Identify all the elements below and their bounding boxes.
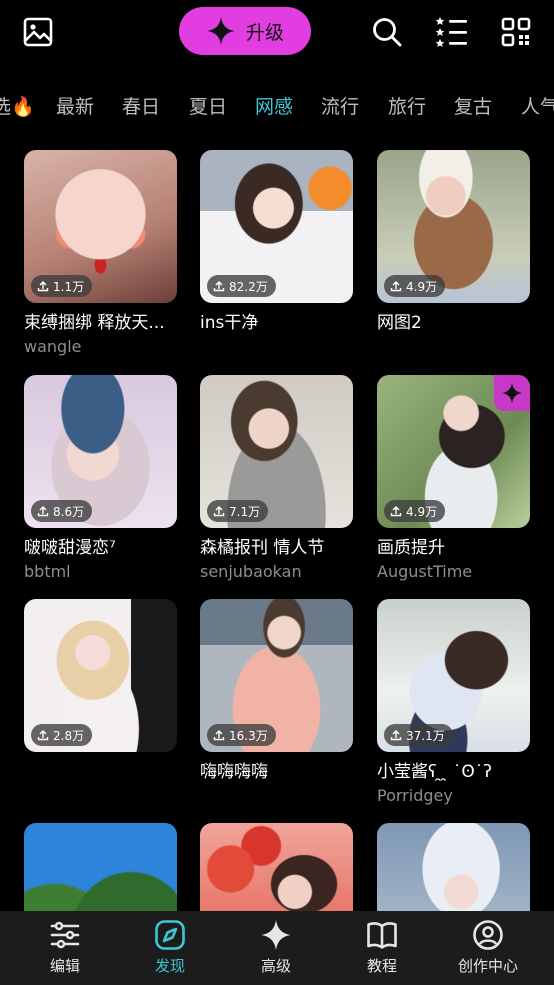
tab-internet-feel[interactable]: 网感 — [255, 92, 293, 119]
upload-icon — [390, 506, 402, 517]
upgrade-label: 升级 — [245, 21, 284, 44]
use-count-badge: 1.1万 — [31, 275, 93, 297]
use-count: 16.3万 — [229, 728, 268, 743]
nav-discover[interactable]: 发现 — [125, 919, 215, 976]
tab-popular[interactable]: 人气 — [521, 92, 554, 119]
nav-edit[interactable]: 编辑 — [20, 919, 110, 976]
upload-icon — [213, 730, 225, 741]
use-count: 37.1万 — [406, 728, 445, 743]
use-count: 2.8万 — [53, 728, 85, 743]
template-thumbnail[interactable]: 1.1万 — [24, 150, 177, 303]
nav-label: 教程 — [366, 957, 397, 975]
template-thumbnail[interactable]: 37.1万 — [377, 599, 530, 752]
template-title: ins干净 — [200, 313, 259, 333]
nav-label: 创作中心 — [457, 957, 518, 975]
use-count-badge: 2.8万 — [31, 724, 93, 746]
book-icon — [367, 922, 397, 949]
tab-trending[interactable]: 流行 — [321, 92, 359, 119]
upgrade-button[interactable]: 升级 — [179, 7, 311, 55]
template-title — [24, 759, 177, 785]
template-card[interactable]: 2.8万 — [24, 599, 177, 807]
sparkle-icon — [261, 920, 291, 950]
template-author[interactable]: bbtml — [24, 561, 177, 583]
nav-creator-center[interactable]: 创作中心 — [443, 919, 533, 976]
nav-advanced[interactable]: 高级 — [231, 919, 321, 976]
use-count: 8.6万 — [53, 504, 85, 519]
upload-icon — [390, 730, 402, 741]
upload-icon — [213, 281, 225, 292]
pro-badge — [494, 375, 530, 411]
qr-code-icon[interactable] — [497, 13, 535, 51]
use-count: 82.2万 — [229, 279, 268, 294]
sparkle-icon — [206, 17, 235, 45]
top-bar: 升级 — [0, 0, 554, 66]
template-card[interactable]: 1.1万 束缚捆绑 释放天... wangle — [24, 150, 177, 358]
template-title: 嗨嗨嗨嗨 — [200, 762, 268, 782]
template-title: 画质提升 — [377, 538, 445, 558]
upload-icon — [213, 506, 225, 517]
nav-label: 高级 — [260, 957, 291, 975]
template-author[interactable] — [377, 336, 530, 358]
template-thumbnail[interactable]: 4.9万 — [377, 375, 530, 528]
use-count: 4.9万 — [406, 279, 438, 294]
template-title: 啵啵甜漫恋⁷ — [24, 538, 116, 558]
bottom-nav: 编辑 发现 高级 教程 创作中心 — [0, 911, 554, 985]
template-title: 森橘报刊 情人节 — [200, 538, 325, 558]
upload-icon — [37, 506, 49, 517]
template-card[interactable]: 16.3万 嗨嗨嗨嗨 — [200, 599, 353, 807]
template-card[interactable]: 4.9万 网图2 — [377, 150, 530, 358]
template-card[interactable]: 37.1万 小莹酱ʕ ̯ ̯ ˙ʘ˙ʔ Porridgey — [377, 599, 530, 807]
template-author[interactable] — [200, 785, 353, 807]
compass-icon — [155, 920, 185, 950]
template-thumbnail[interactable]: 16.3万 — [200, 599, 353, 752]
use-count-badge: 4.9万 — [384, 275, 446, 297]
sliders-icon — [50, 921, 80, 949]
nav-tutorial[interactable]: 教程 — [337, 919, 427, 976]
use-count: 4.9万 — [406, 504, 438, 519]
nav-label: 编辑 — [49, 957, 80, 975]
template-thumbnail[interactable]: 8.6万 — [24, 375, 177, 528]
user-circle-icon — [473, 920, 503, 950]
category-tabs: 选🔥 最新 春日 夏日 网感 流行 旅行 复古 人气 — [0, 84, 554, 126]
template-author[interactable]: senjubaokan — [200, 561, 353, 583]
use-count-badge: 82.2万 — [207, 275, 276, 297]
template-author[interactable]: AugustTime — [377, 561, 530, 583]
use-count: 7.1万 — [229, 504, 261, 519]
template-thumbnail[interactable]: 2.8万 — [24, 599, 177, 752]
template-author[interactable]: Porridgey — [377, 785, 530, 807]
tab-summer[interactable]: 夏日 — [189, 92, 227, 119]
template-card[interactable]: 7.1万 森橘报刊 情人节 senjubaokan — [200, 375, 353, 583]
tab-travel[interactable]: 旅行 — [388, 92, 426, 119]
upload-icon — [37, 281, 49, 292]
use-count-badge: 37.1万 — [384, 724, 453, 746]
template-thumbnail[interactable]: 7.1万 — [200, 375, 353, 528]
use-count-badge: 4.9万 — [384, 500, 446, 522]
use-count-badge: 16.3万 — [207, 724, 276, 746]
template-title: 网图2 — [377, 313, 422, 333]
template-card[interactable]: 82.2万 ins干净 — [200, 150, 353, 358]
upload-icon — [37, 730, 49, 741]
sparkle-icon — [501, 382, 523, 404]
template-thumbnail[interactable]: 4.9万 — [377, 150, 530, 303]
template-author[interactable] — [200, 336, 353, 358]
use-count: 1.1万 — [53, 279, 85, 294]
template-card[interactable]: 4.9万 画质提升 AugustTime — [377, 375, 530, 583]
template-author[interactable]: wangle — [24, 336, 177, 358]
tab-latest[interactable]: 最新 — [56, 92, 94, 119]
tab-hot[interactable]: 选🔥 — [0, 92, 35, 119]
template-author[interactable] — [24, 785, 177, 807]
tab-retro[interactable]: 复古 — [454, 92, 492, 119]
upload-icon — [390, 281, 402, 292]
use-count-badge: 8.6万 — [31, 500, 93, 522]
tab-spring[interactable]: 春日 — [122, 92, 160, 119]
template-thumbnail[interactable]: 82.2万 — [200, 150, 353, 303]
search-icon[interactable] — [368, 13, 406, 51]
gallery-icon[interactable] — [19, 13, 57, 51]
template-title: 束缚捆绑 释放天... — [24, 313, 165, 333]
nav-label: 发现 — [154, 957, 185, 975]
star-list-icon[interactable] — [432, 13, 470, 51]
template-title: 小莹酱ʕ ̯ ̯ ˙ʘ˙ʔ — [377, 762, 492, 782]
template-card[interactable]: 8.6万 啵啵甜漫恋⁷ bbtml — [24, 375, 177, 583]
use-count-badge: 7.1万 — [207, 500, 269, 522]
